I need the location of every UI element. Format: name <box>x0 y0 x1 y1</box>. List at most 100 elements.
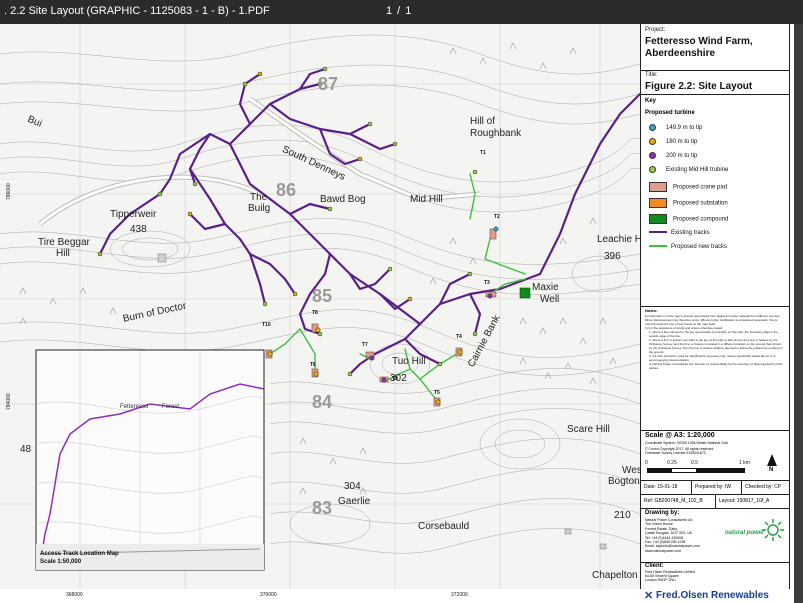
client-address: Fred.Olsen Renewables Limited 64-65 Vinc… <box>645 570 695 583</box>
date-field: Date: 15-01-18 <box>644 484 678 490</box>
date-row: Date: 15-01-18 Prepared by: IW Checked b… <box>641 480 789 495</box>
place-name: Chapelton <box>592 570 638 581</box>
crane-pad-swatch <box>649 182 667 192</box>
spot-height: 304 <box>344 481 361 492</box>
viewer-toolbar: . 2.2 Site Layout (GRAPHIC - 1125083 - 1… <box>0 0 803 24</box>
key-item: Existing tracks <box>649 230 710 236</box>
turbine-dot-icon <box>649 124 656 131</box>
spot-height: 48 <box>20 444 32 455</box>
turbine-label: T9 <box>392 376 398 382</box>
x-coordinate: 368000 <box>66 592 83 598</box>
place-name: Tipperweir <box>110 209 157 220</box>
north-arrow-icon <box>767 454 777 466</box>
spot-height: 210 <box>614 510 631 521</box>
compound-swatch <box>649 214 667 224</box>
existing-tracks <box>98 67 640 376</box>
place-name: Roughbank <box>470 128 522 139</box>
place-name: The <box>250 192 268 203</box>
scale-tick: 1 km <box>739 460 750 466</box>
place-name: Tire Beggar <box>38 237 90 248</box>
place-name: Bogton <box>608 476 640 487</box>
key-item: Proposed substation <box>649 198 728 208</box>
figure-title: Figure 2.2: Site Layout <box>645 81 753 92</box>
natural-power-sun-icon <box>762 519 784 541</box>
notes-text: a) Information on this map is directly r… <box>645 314 783 370</box>
place-name: Mid Hill <box>410 194 443 205</box>
place-name: Builg <box>248 203 271 214</box>
key-item: 149.9 m to tip <box>649 124 702 131</box>
place-name: Corsebauld <box>418 521 470 532</box>
project-name: Fetteresso Wind Farm, Aberdeenshire <box>645 36 753 59</box>
key-item: Proposed crane pad <box>649 182 727 192</box>
place-name: West <box>622 465 640 476</box>
key-item: 180 m to tip <box>649 138 697 145</box>
natural-power-logo: natural power <box>725 530 765 536</box>
y-coordinate: 784000 <box>6 393 12 410</box>
proposed-tracks <box>269 173 526 403</box>
grid-number: 86 <box>276 180 297 200</box>
turbine-dot-icon <box>649 166 656 173</box>
inset-label: Fetteresso <box>120 404 149 410</box>
copyright-line: Ordnance Survey Licence 0100031673 <box>645 451 706 455</box>
turbine-label: T10 <box>262 322 271 328</box>
spot-height: 396 <box>604 251 621 262</box>
place-name: Well <box>540 294 560 305</box>
project-label: Project: <box>645 27 666 33</box>
turbine-label: T1 <box>480 150 486 156</box>
layout-field: Layout: 150817_10f_A <box>719 498 770 504</box>
coordinate-system: Coordinate System: OSGB 1936 British Nat… <box>645 441 728 445</box>
notes-section: Notes: a) Information on this map is dir… <box>641 306 789 431</box>
place-name: Bawd Bog <box>320 194 366 205</box>
substation-swatch <box>649 198 667 208</box>
place-name: Leachie Hill <box>597 234 640 245</box>
drawing-by-address: Natural Power Consultants Ltd The Green … <box>645 518 700 553</box>
north-label: N <box>769 467 774 473</box>
document-title: . 2.2 Site Layout (GRAPHIC - 1125083 - 1… <box>4 5 270 17</box>
client-logo-strip: ✕ Fred.Olsen Renewables <box>641 589 789 603</box>
place-name: Tuo Hill <box>392 356 426 367</box>
proposed-compound <box>519 287 531 299</box>
page-counter: 1 / 1 <box>386 5 413 17</box>
inset-scale: Scale 1:50,000 <box>40 559 82 565</box>
turbine-label: T4 <box>456 334 462 340</box>
key-title: Key <box>645 98 657 104</box>
scale-title: Scale @ A3: 1:20,000 <box>645 432 715 439</box>
turbine-label: T2 <box>494 214 500 220</box>
site-map[interactable]: Hill of Roughbank South Denneys The Buil… <box>0 24 640 589</box>
key-item: Existing Mid Hill trubine <box>649 166 728 173</box>
key-subtitle: Proposed turbine <box>645 110 695 116</box>
turbine-label: T5 <box>434 390 440 396</box>
turbine-label: T7 <box>362 342 368 348</box>
title-section: Title: Figure 2.2: Site Layout <box>641 70 789 95</box>
existing-track-line <box>649 231 667 234</box>
reference-row: Ref: GB200748_M_102_B Layout: 150817_10f… <box>641 494 789 509</box>
project-section: Project: Fetteresso Wind Farm, Aberdeens… <box>641 24 789 71</box>
place-name: Hill of <box>470 116 496 127</box>
fred-olsen-x-icon: ✕ <box>644 590 654 602</box>
turbine-label: T3 <box>484 280 490 286</box>
drawing-by-section: Drawing by: Natural Power Consultants Lt… <box>641 508 789 563</box>
ref-field: Ref: GB200748_M_102_B <box>644 498 703 504</box>
place-name: Scare Hill <box>567 424 610 435</box>
scale-tick: 0.25 <box>667 460 677 466</box>
new-track-line <box>649 245 667 248</box>
grid-number: 85 <box>312 286 333 306</box>
client-section: Client: Fred.Olsen Renewables Limited 64… <box>641 562 789 589</box>
prepared-by: Prepared by: IW <box>695 484 732 490</box>
key-item: 200 m to tip <box>649 152 697 159</box>
checked-by: Checked by: CP <box>745 484 782 490</box>
grid-number: 83 <box>312 498 333 518</box>
place-name: Hill <box>56 248 70 259</box>
drawing-by-label: Drawing by: <box>645 510 680 516</box>
key-item: Proposed compound <box>649 214 728 224</box>
title-block: Project: Fetteresso Wind Farm, Aberdeens… <box>640 24 790 589</box>
x-coordinate: 372000 <box>451 592 468 598</box>
spot-height: 438 <box>130 224 147 235</box>
inset-map <box>35 349 265 571</box>
title-label: Title: <box>645 72 658 78</box>
scale-tick: 0 <box>645 460 648 466</box>
client-label: Client: <box>645 563 664 569</box>
turbine-dot-icon <box>649 138 656 145</box>
turbine-label: T8 <box>312 310 318 316</box>
key-item: Proposed new tracks <box>649 244 727 250</box>
